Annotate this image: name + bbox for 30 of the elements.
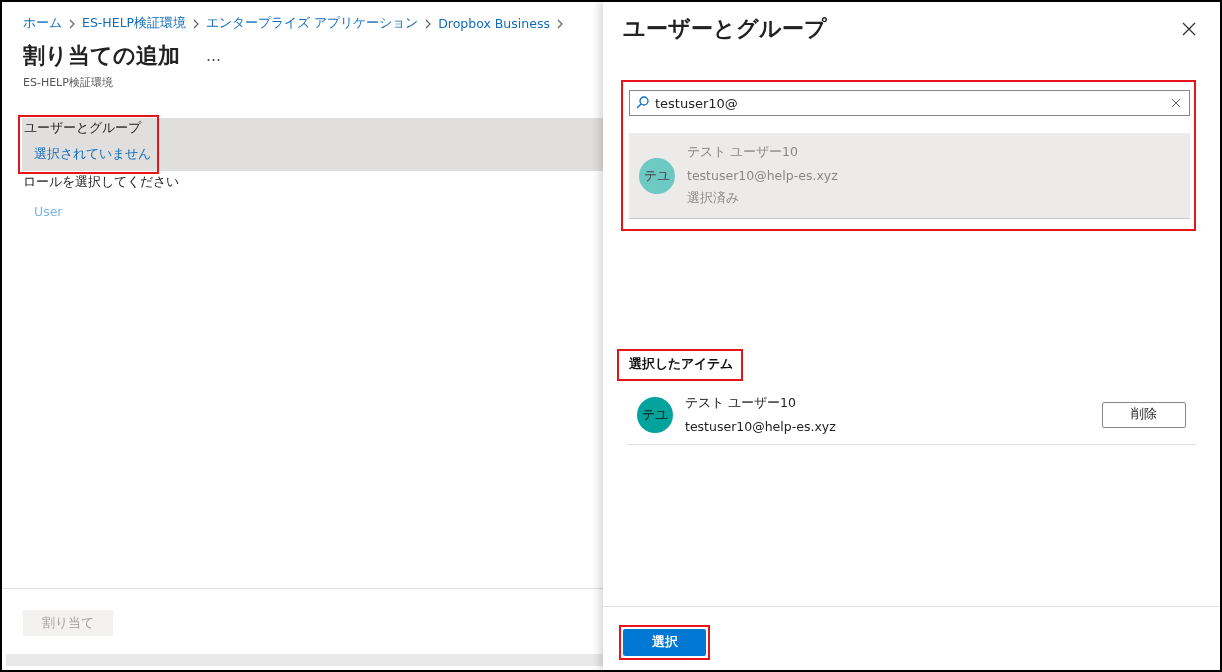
chevron-icon (68, 18, 76, 29)
scrollbar[interactable] (6, 654, 603, 666)
remove-button[interactable]: 削除 (1102, 401, 1186, 428)
chevron-icon (424, 18, 433, 29)
user-email: testuser10@help-es.xyz (687, 168, 838, 183)
status-text: 選択済み (687, 190, 740, 207)
user-name: テスト ユーザー10 (687, 144, 799, 161)
field-label: ロールを選択してください (22, 173, 180, 191)
selection-link[interactable]: 選択されていません (22, 137, 151, 163)
clear-icon[interactable] (1171, 98, 1181, 108)
breadcrumb-link[interactable]: エンタープライズ アプリケーション (206, 15, 419, 32)
avatar-initials: テユ (639, 157, 675, 194)
user-name: テスト ユーザー10 (685, 395, 797, 412)
page-title: 割り当ての追加 (23, 42, 180, 70)
breadcrumb-link[interactable]: ホーム (23, 15, 62, 32)
search-field[interactable]: testuser10@ (629, 90, 1190, 116)
close-icon[interactable] (1182, 22, 1196, 36)
breadcrumb-link[interactable]: ES-HELP検証環境 (82, 15, 187, 32)
breadcrumb-link[interactable]: Dropbox Business (438, 16, 550, 31)
field-label: ユーザーとグループ (23, 119, 143, 137)
avatar-initials: テユ (637, 396, 673, 433)
select-button[interactable]: 選択 (623, 629, 706, 656)
section-heading: 選択したアイテム (629, 356, 733, 371)
chevron-icon (555, 18, 564, 29)
panel-title: ユーザーとグループ (623, 15, 827, 43)
chevron-icon (192, 18, 201, 29)
user-email: testuser10@help-es.xyz (685, 419, 836, 434)
search-result[interactable]: テユ テスト ユーザー10 testuser10@help-es.xyz 選択済み (629, 133, 1190, 219)
page-subtitle: ES-HELP検証環境 (22, 75, 114, 90)
more-options-button[interactable]: … (206, 47, 221, 65)
